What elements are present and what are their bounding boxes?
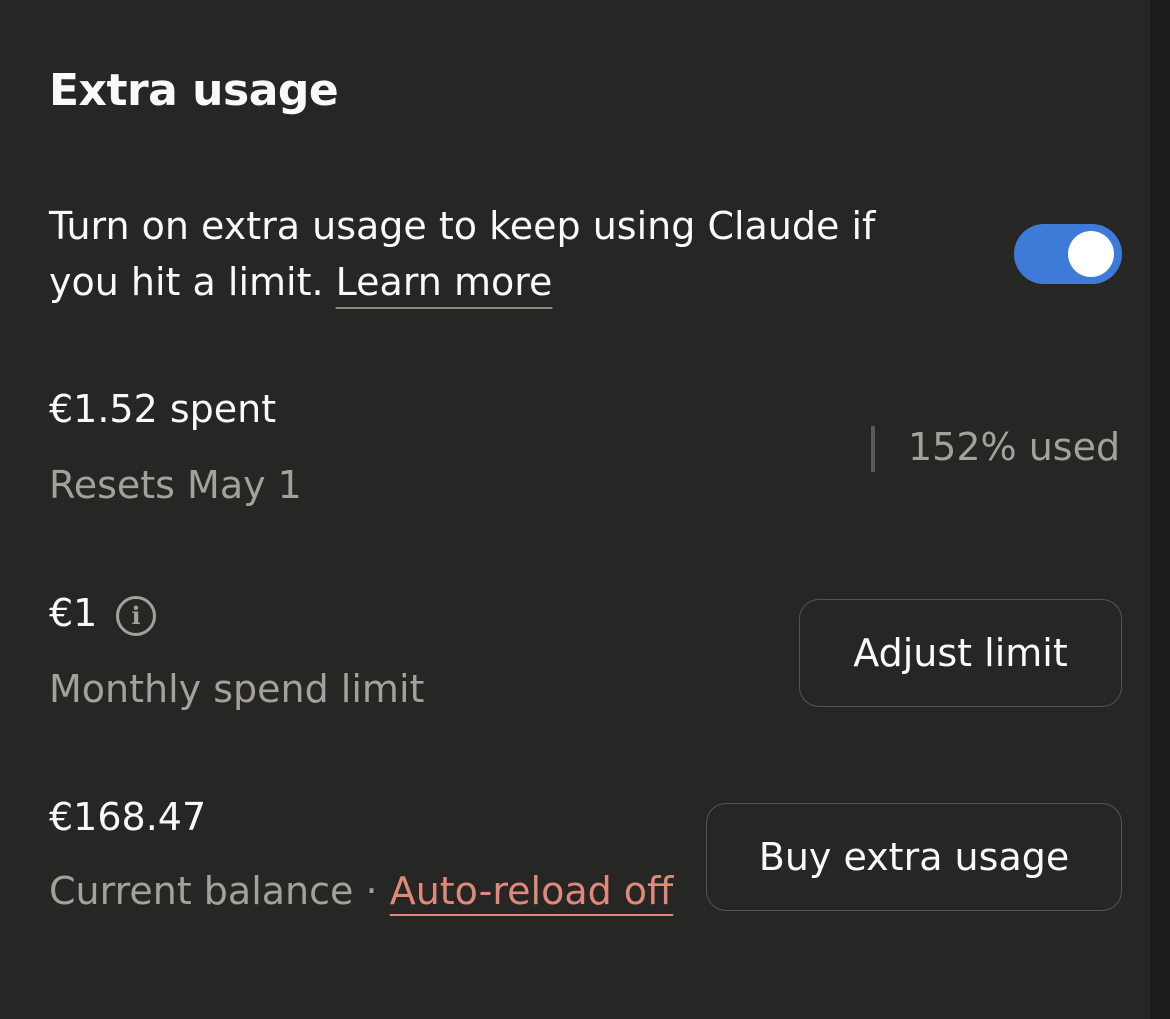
toggle-knob [1068,231,1114,277]
balance-line: Current balance · Auto-reload off [49,866,673,916]
extra-usage-toggle[interactable] [1014,224,1122,284]
panel-edge [1150,0,1170,1019]
usage-percent: 152% used [908,425,1121,469]
spent-amount: €1.52 spent [49,387,277,431]
resets-date: Resets May 1 [49,463,302,507]
learn-more-link[interactable]: Learn more [336,260,553,304]
adjust-limit-button[interactable]: Adjust limit [799,599,1122,707]
info-icon[interactable]: i [116,596,156,636]
section-title: Extra usage [49,65,339,116]
balance-label: Current balance [49,869,354,913]
balance-amount: €168.47 [49,795,207,839]
separator-dot: · [365,869,378,913]
auto-reload-link[interactable]: Auto-reload off [390,869,674,913]
extra-usage-description: Turn on extra usage to keep using Claude… [49,198,949,310]
spend-limit-amount: €1 [49,591,98,635]
buy-extra-usage-button[interactable]: Buy extra usage [706,803,1122,911]
used-divider [871,426,875,472]
spend-limit-label: Monthly spend limit [49,667,425,711]
